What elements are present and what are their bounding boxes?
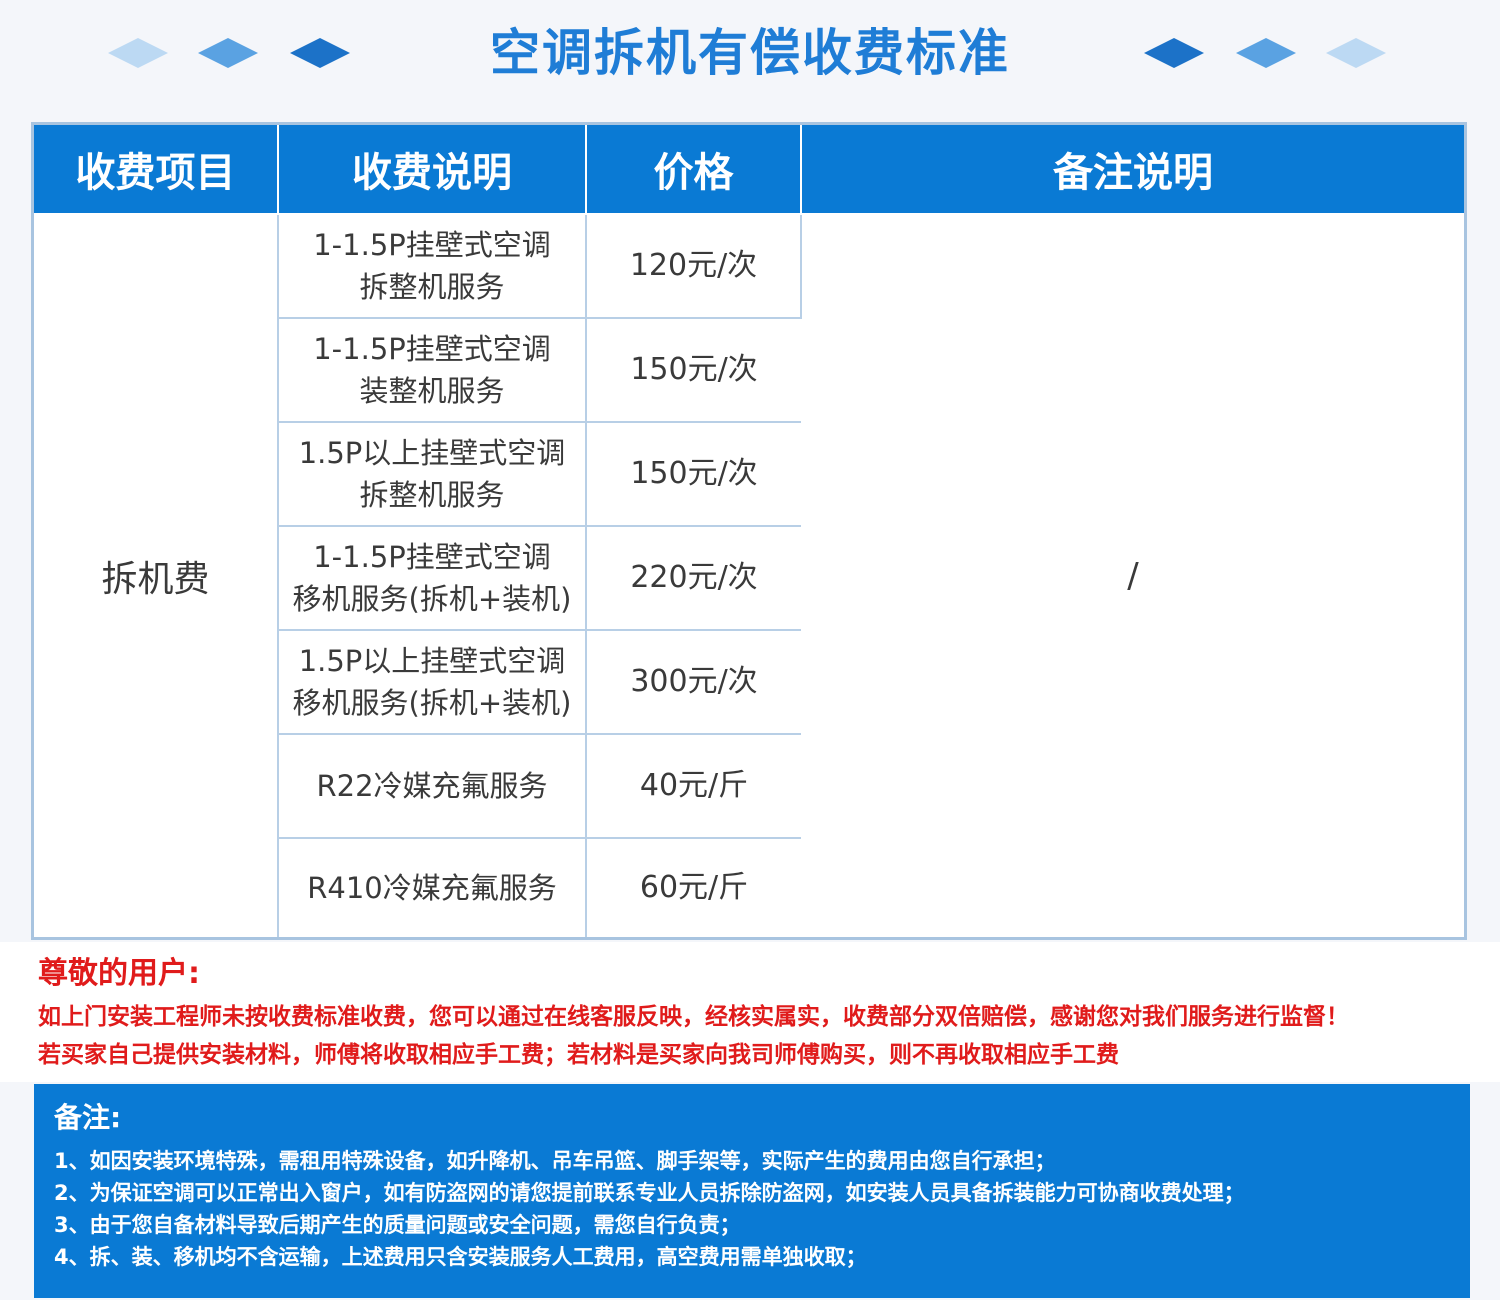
fee-price: 60元/斤	[639, 870, 749, 905]
notice-line: 如上门安装工程师未按收费标准收费，您可以通过在线客服反映，经核实属实，收费部分双…	[38, 1004, 1349, 1030]
fee-description: R410冷媒充氟服务	[278, 838, 587, 937]
fee-table: 收费项目 收费说明 价格 备注说明 拆机费 1-1.5P挂壁式空调 拆整机服务 …	[31, 122, 1467, 940]
diamond-icon	[1236, 38, 1296, 68]
diamond-icon	[1144, 38, 1204, 68]
fee-category-cell: 拆机费	[34, 214, 279, 937]
fee-description-line: R410冷媒充氟服务	[307, 871, 557, 905]
table-row: 拆机费 1-1.5P挂壁式空调 拆整机服务 120元/次 /	[34, 214, 1464, 937]
page-header: 空调拆机有偿收费标准	[0, 0, 1500, 110]
table-header-row: 收费项目 收费说明 价格 备注说明	[34, 125, 1464, 215]
user-notice: 尊敬的用户: 如上门安装工程师未按收费标准收费，您可以通过在线客服反映，经核实属…	[0, 942, 1500, 1082]
column-header: 价格	[586, 125, 802, 215]
fee-price: 220元/次	[586, 526, 801, 631]
fee-description-line: R22冷媒充氟服务	[316, 769, 548, 803]
remark-cell: /	[1127, 556, 1139, 596]
fee-description: R22冷媒充氟服务	[278, 734, 587, 839]
notice-line: 若买家自己提供安装材料，师傅将收取相应手工费；若材料是买家向我司师傅购买，则不再…	[38, 1042, 1119, 1068]
remarks-item: 3、由于您自备材料导致后期产生的质量问题或安全问题，需您自行负责；	[54, 1213, 741, 1237]
remarks-item: 1、如因安装环境特殊，需租用特殊设备，如升降机、吊车吊篮、脚手架等，实际产生的费…	[54, 1149, 1056, 1173]
column-header: 收费说明	[278, 125, 587, 215]
notice-title: 尊敬的用户:	[38, 956, 200, 991]
fee-price: 120元/次	[586, 214, 802, 319]
fee-description-line: 1.5P以上挂壁式空调 拆整机服务	[298, 436, 566, 512]
fee-price: 150元/次	[586, 318, 801, 423]
remarks-item: 4、拆、装、移机均不含运输，上述费用只含安装服务人工费用，高空费用需单独收取；	[54, 1245, 867, 1269]
remarks-box: 备注: 1、如因安装环境特殊，需租用特殊设备，如升降机、吊车吊篮、脚手架等，实际…	[34, 1084, 1470, 1298]
fee-description: 1.5P以上挂壁式空调 移机服务(拆机+装机)	[278, 630, 587, 735]
fee-description-line: 1-1.5P挂壁式空调 装整机服务	[313, 332, 551, 408]
fee-price: 40元/斤	[586, 734, 801, 839]
fee-description: 1-1.5P挂壁式空调 装整机服务	[278, 318, 587, 423]
fee-description-line: 1-1.5P挂壁式空调 拆整机服务	[313, 228, 551, 304]
fee-description: 1-1.5P挂壁式空调 移机服务(拆机+装机)	[278, 526, 587, 631]
remarks-item: 2、为保证空调可以正常出入窗户，如有防盗网的请您提前联系专业人员拆除防盗网，如安…	[54, 1181, 1245, 1205]
fee-price: 300元/次	[586, 630, 801, 735]
fee-description: 1-1.5P挂壁式空调 拆整机服务	[278, 214, 587, 319]
diamond-icon	[1326, 38, 1386, 68]
column-header: 收费项目	[34, 125, 279, 215]
fee-description-line: 1-1.5P挂壁式空调 移机服务(拆机+装机)	[292, 540, 572, 616]
fee-price: 150元/次	[586, 422, 801, 527]
fee-description: 1.5P以上挂壁式空调 拆整机服务	[278, 422, 587, 527]
fee-description-line: 1.5P以上挂壁式空调 移机服务(拆机+装机)	[292, 644, 572, 720]
column-header: 备注说明	[801, 125, 1464, 215]
remarks-title: 备注:	[54, 1101, 122, 1134]
